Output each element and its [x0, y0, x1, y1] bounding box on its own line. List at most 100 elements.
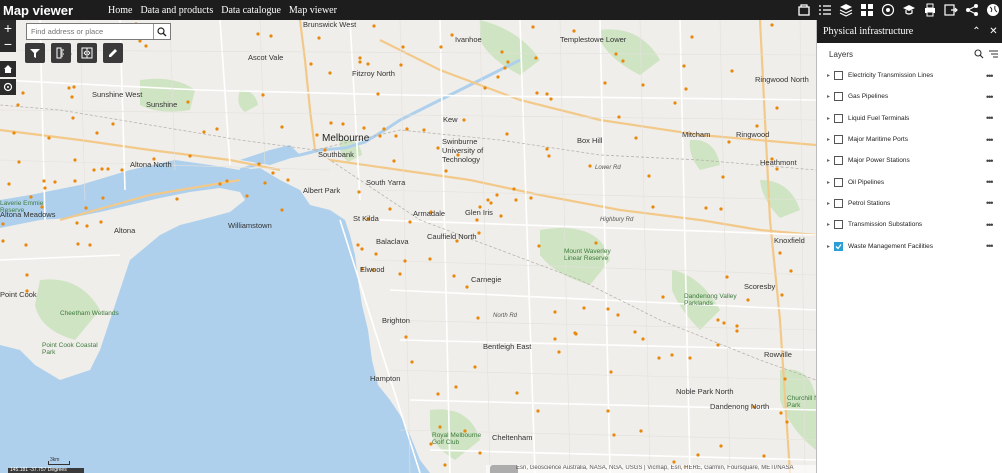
facility-point[interactable]	[775, 106, 779, 110]
facility-point[interactable]	[515, 391, 519, 395]
facility-point[interactable]	[405, 127, 409, 131]
facility-point[interactable]	[408, 220, 412, 224]
locate-button[interactable]	[0, 79, 16, 95]
facility-point[interactable]	[477, 231, 481, 235]
facility-point[interactable]	[175, 197, 179, 201]
facility-point[interactable]	[436, 392, 440, 396]
more-options-icon[interactable]: •••	[986, 113, 1002, 123]
facility-point[interactable]	[531, 25, 535, 29]
facility-point[interactable]	[716, 318, 720, 322]
facility-point[interactable]	[356, 243, 360, 247]
layer-item[interactable]: ▸ Electricity Transmission Lines •••	[817, 65, 1002, 86]
facility-point[interactable]	[719, 207, 723, 211]
facility-point[interactable]	[399, 63, 403, 67]
facility-point[interactable]	[443, 463, 447, 467]
facility-point[interactable]	[374, 252, 378, 256]
facility-point[interactable]	[785, 420, 789, 424]
facility-point[interactable]	[783, 377, 787, 381]
facility-point[interactable]	[53, 180, 57, 184]
facility-point[interactable]	[372, 24, 376, 28]
facility-point[interactable]	[486, 198, 490, 202]
layer-item[interactable]: ▸ Major Power Stations •••	[817, 150, 1002, 171]
facility-point[interactable]	[439, 45, 443, 49]
facility-point[interactable]	[572, 29, 576, 33]
facility-point[interactable]	[101, 196, 105, 200]
more-options-icon[interactable]: •••	[986, 241, 1002, 251]
facility-point[interactable]	[725, 275, 729, 279]
layer-item[interactable]: ▸ Petrol Stations •••	[817, 193, 1002, 214]
facility-point[interactable]	[144, 44, 148, 48]
facility-point[interactable]	[95, 131, 99, 135]
facility-point[interactable]	[257, 162, 261, 166]
more-options-icon[interactable]: •••	[986, 92, 1002, 102]
facility-point[interactable]	[271, 171, 275, 175]
facility-point[interactable]	[647, 174, 651, 178]
list-icon[interactable]	[818, 3, 832, 17]
facility-point[interactable]	[617, 115, 621, 119]
facility-point[interactable]	[47, 136, 51, 140]
facility-point[interactable]	[476, 316, 480, 320]
search-button[interactable]	[153, 24, 170, 39]
facility-point[interactable]	[573, 331, 577, 335]
facility-point[interactable]	[780, 293, 784, 297]
facility-point[interactable]	[100, 167, 104, 171]
facility-point[interactable]	[778, 251, 782, 255]
facility-point[interactable]	[72, 85, 76, 89]
layer-checkbox[interactable]	[834, 92, 843, 102]
facility-point[interactable]	[42, 179, 46, 183]
layer-checkbox[interactable]	[834, 177, 843, 187]
facility-point[interactable]	[506, 60, 510, 64]
facility-point[interactable]	[553, 310, 557, 314]
facility-point[interactable]	[88, 243, 92, 247]
facility-point[interactable]	[673, 101, 677, 105]
facility-point[interactable]	[529, 196, 533, 200]
zoom-out-button[interactable]: −	[0, 36, 16, 52]
facility-point[interactable]	[438, 425, 442, 429]
facility-point[interactable]	[730, 69, 734, 73]
facility-point[interactable]	[376, 92, 380, 96]
facility-point[interactable]	[746, 298, 750, 302]
facility-point[interactable]	[603, 81, 607, 85]
facility-point[interactable]	[392, 159, 396, 163]
facility-point[interactable]	[684, 87, 688, 91]
facility-point[interactable]	[398, 272, 402, 276]
facility-point[interactable]	[489, 201, 493, 205]
export-icon[interactable]	[944, 3, 958, 17]
layer-checkbox[interactable]	[834, 135, 843, 145]
facility-point[interactable]	[621, 59, 625, 63]
facility-point[interactable]	[388, 207, 392, 211]
facility-point[interactable]	[535, 91, 539, 95]
globe-icon[interactable]	[986, 3, 1000, 17]
nav-data-catalogue[interactable]: Data catalogue	[221, 5, 281, 16]
facility-point[interactable]	[545, 92, 549, 96]
facility-point[interactable]	[594, 241, 598, 245]
facility-point[interactable]	[670, 353, 674, 357]
facility-point[interactable]	[473, 365, 477, 369]
more-options-icon[interactable]: •••	[986, 135, 1002, 145]
facility-point[interactable]	[328, 71, 332, 75]
more-options-icon[interactable]: •••	[986, 198, 1002, 208]
close-icon[interactable]: ✕	[985, 26, 1002, 37]
facility-point[interactable]	[537, 244, 541, 248]
filter-button[interactable]	[25, 43, 45, 63]
expand-caret-icon[interactable]: ▸	[827, 136, 834, 143]
draw-button[interactable]	[103, 43, 123, 63]
facility-point[interactable]	[403, 259, 407, 263]
facility-point[interactable]	[735, 329, 739, 333]
facility-point[interactable]	[394, 134, 398, 138]
facility-point[interactable]	[85, 224, 89, 228]
facility-point[interactable]	[263, 181, 267, 185]
facility-point[interactable]	[503, 66, 507, 70]
facility-point[interactable]	[120, 168, 124, 172]
layer-item[interactable]: ▸ Waste Management Facilities •••	[817, 235, 1002, 256]
facility-point[interactable]	[475, 218, 479, 222]
expand-caret-icon[interactable]: ▸	[827, 93, 834, 100]
filter-layers-icon[interactable]	[987, 48, 1000, 61]
layer-checkbox[interactable]	[834, 241, 843, 251]
facility-point[interactable]	[329, 121, 333, 125]
facility-point[interactable]	[70, 95, 74, 99]
facility-point[interactable]	[704, 206, 708, 210]
layer-item[interactable]: ▸ Transmission Substations •••	[817, 214, 1002, 235]
facility-point[interactable]	[428, 257, 432, 261]
facility-point[interactable]	[495, 193, 499, 197]
